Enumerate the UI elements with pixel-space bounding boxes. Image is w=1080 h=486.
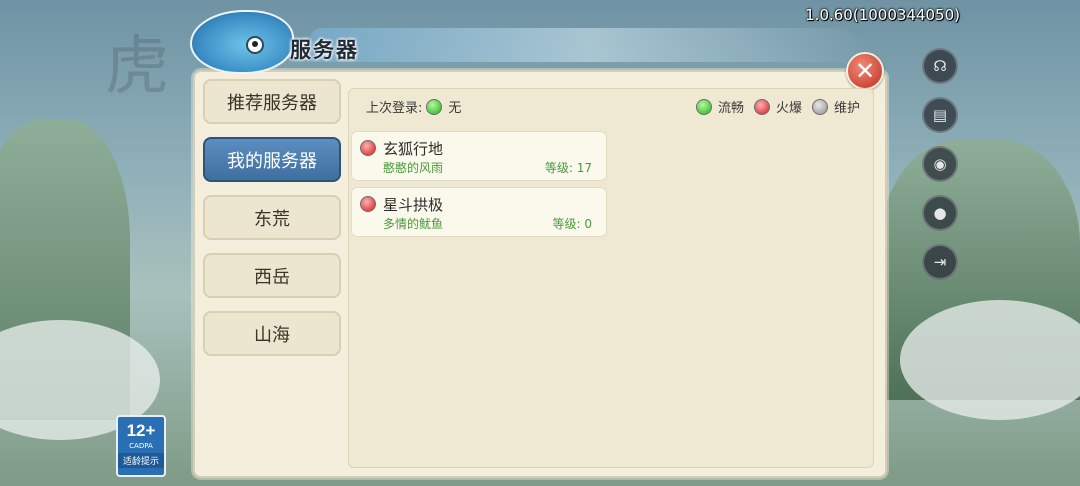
side-btn-sound[interactable]: ◉	[918, 146, 962, 195]
server-card[interactable]: 玄狐行地 憨憨的风雨 等级: 17	[351, 131, 607, 181]
close-icon: ✕	[854, 57, 876, 85]
tab-donghuang[interactable]: 东荒	[203, 195, 341, 240]
wave-decoration	[310, 28, 870, 62]
legend-label: 流畅	[718, 101, 745, 116]
legend-smooth: 流畅	[692, 97, 744, 116]
panel-header: 服务器	[190, 10, 890, 74]
last-login-label: 上次登录:	[366, 101, 423, 116]
age-rating-badge: 12+ CADPA 适龄提示	[116, 415, 166, 477]
user-icon: ●	[922, 195, 958, 231]
status-legend: 流畅 火爆 维护	[692, 97, 866, 116]
legend-maintenance: 维护	[808, 97, 860, 116]
last-login-value: 无	[448, 101, 462, 116]
tab-recommended[interactable]: 推荐服务器	[203, 79, 341, 124]
region-tabs: 推荐服务器 我的服务器 东荒 西岳 山海	[203, 79, 341, 369]
document-icon: ▤	[922, 97, 958, 133]
last-login: 上次登录: 无	[366, 97, 461, 116]
side-btn-user[interactable]: ●	[918, 195, 962, 244]
age-rating-tip: 适龄提示	[118, 453, 164, 468]
side-btn-logout[interactable]: ⇥	[918, 244, 962, 293]
tab-xiyue[interactable]: 西岳	[203, 253, 341, 298]
legend-label: 维护	[834, 101, 861, 116]
panel-title: 服务器	[290, 38, 359, 62]
server-name: 玄狐行地	[383, 140, 444, 158]
age-rating-org: CADPA	[129, 442, 153, 450]
green-dot-icon	[696, 98, 712, 115]
close-button[interactable]: ✕	[846, 52, 884, 90]
tab-my-servers[interactable]: 我的服务器	[203, 137, 341, 182]
whale-mascot-icon	[190, 10, 294, 74]
red-dot-icon	[754, 98, 771, 115]
character-name: 憨憨的风雨	[383, 161, 444, 175]
server-name: 星斗拱极	[383, 196, 444, 214]
bg-calligraphy-logo: 虎	[105, 30, 169, 104]
character-name: 多情的鱿鱼	[383, 217, 444, 231]
red-dot-icon	[360, 196, 376, 212]
bg-cloud-right	[900, 300, 1080, 420]
side-btn-service[interactable]: ☊	[918, 48, 962, 97]
character-level: 等级: 17	[544, 161, 592, 175]
legend-label: 火爆	[776, 101, 803, 116]
gray-dot-icon	[812, 98, 829, 115]
server-card[interactable]: 星斗拱极 多情的鱿鱼 等级: 0	[351, 187, 607, 237]
side-btn-notice[interactable]: ▤	[918, 97, 962, 146]
character-level: 等级: 0	[552, 217, 593, 231]
side-menu: ☊ ▤ ◉ ● ⇥	[918, 48, 962, 293]
logout-icon: ⇥	[922, 244, 958, 280]
whale-eye	[246, 36, 264, 54]
status-dot-icon	[426, 98, 443, 115]
headset-icon: ☊	[922, 48, 958, 84]
sound-icon: ◉	[922, 146, 958, 182]
red-dot-icon	[360, 140, 376, 156]
legend-busy: 火爆	[750, 97, 802, 116]
tab-shanhai[interactable]: 山海	[203, 311, 341, 356]
age-rating: 12+	[126, 421, 156, 440]
